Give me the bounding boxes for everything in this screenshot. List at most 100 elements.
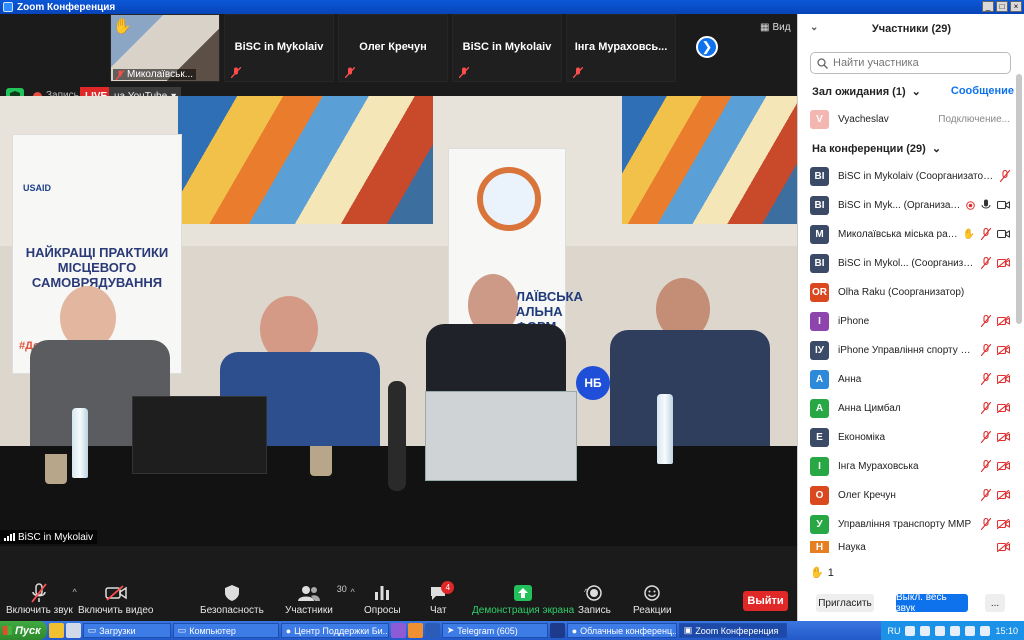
thumbnail-tile[interactable]: Інга Мураховсь...: [566, 14, 676, 82]
mic-muted-icon: [345, 67, 355, 78]
camera-off-icon: [997, 519, 1010, 529]
participant-row[interactable]: O Олег Кречун: [810, 483, 1010, 507]
polls-button[interactable]: Опросы: [364, 583, 401, 616]
search-input[interactable]: [833, 57, 1003, 69]
participant-name: Управління транспорту ММР: [838, 518, 972, 530]
window-titlebar: Zoom Конференция _ □ ×: [0, 0, 1024, 14]
participant-status-icons: [1000, 170, 1010, 182]
waiting-participant[interactable]: V Vyacheslav Подключение...: [810, 107, 1010, 131]
next-page-button[interactable]: ❯: [696, 36, 718, 58]
quicklaunch-photoshop-icon[interactable]: [549, 623, 565, 638]
participant-name: Olha Raku (Соорганизатор): [838, 286, 965, 298]
tray-icon[interactable]: [950, 625, 961, 636]
participant-status-icons: [981, 315, 1010, 327]
maximize-button[interactable]: □: [996, 1, 1008, 12]
tray-icon[interactable]: [935, 625, 946, 636]
participant-row[interactable]: A Анна: [810, 367, 1010, 391]
system-tray: RU 15:10: [881, 621, 1024, 640]
banner-text: НАЙКРАЩІ ПРАКТИКИ МІСЦЕВОГО САМОВРЯДУВАН…: [25, 245, 169, 290]
tray-icon[interactable]: [965, 625, 976, 636]
participant-name: Миколаївська міська рада: [838, 228, 959, 240]
taskbar-item[interactable]: ● Центр Поддержки Би...: [280, 623, 389, 638]
in-meeting-header[interactable]: На конференции (29) ⌄: [812, 142, 942, 156]
tray-icon[interactable]: [980, 625, 991, 636]
more-options-button[interactable]: ...: [985, 594, 1005, 612]
thumbnail-video[interactable]: ✋ Миколаївськ...: [110, 14, 220, 82]
taskbar-item[interactable]: ➤ Telegram (605): [441, 623, 548, 638]
thumbnail-tile[interactable]: Олег Кречун: [338, 14, 448, 82]
invite-button[interactable]: Пригласить: [816, 594, 874, 612]
avatar: BI: [810, 253, 829, 273]
participant-row[interactable]: M Миколаївська міська рада ✋: [810, 222, 1010, 246]
chevron-up-icon[interactable]: ^: [351, 587, 355, 597]
record-button[interactable]: Запись: [578, 583, 611, 616]
waiting-room-header[interactable]: Зал ожидания (1) ⌄: [812, 85, 921, 99]
mute-all-button[interactable]: Выкл. весь звук: [896, 592, 968, 614]
unmute-button[interactable]: Включить звук ^: [6, 583, 77, 616]
quicklaunch-chrome-icon[interactable]: [48, 623, 64, 638]
quicklaunch-word-icon[interactable]: [424, 623, 440, 638]
avatar: I: [810, 456, 829, 476]
participant-name: Інга Мураховська: [838, 460, 919, 472]
participant-status-icons: [981, 518, 1010, 530]
minimize-button[interactable]: _: [982, 1, 994, 12]
chevron-down-icon: ⌄: [931, 143, 942, 155]
water-bottle: [72, 408, 88, 478]
participant-row[interactable]: OR Olha Raku (Соорганизатор): [810, 280, 1010, 304]
active-speaker-label: BiSC in Mykolaiv: [0, 530, 98, 544]
participant-status: Подключение...: [938, 113, 1010, 125]
security-button[interactable]: Безопасность: [200, 583, 264, 616]
participant-search[interactable]: [810, 52, 1011, 74]
camera-off-icon: [997, 432, 1010, 442]
quicklaunch-app-icon[interactable]: [407, 623, 423, 638]
participant-row[interactable]: BI BiSC in Mykol... (Соорганизатор): [810, 251, 1010, 275]
press-microphone: НБ: [576, 366, 610, 400]
thumbnail-tile[interactable]: BiSC in Mykolaiv: [452, 14, 562, 82]
participants-button[interactable]: Участники 30 ^: [285, 583, 355, 616]
tray-icon[interactable]: [920, 625, 931, 636]
camera-off-icon: [997, 258, 1010, 268]
taskbar-item[interactable]: ▭ Компьютер: [172, 623, 279, 638]
taskbar-item[interactable]: ● Облачные конференц...: [566, 623, 677, 638]
participant-status-icons: [981, 489, 1010, 501]
participant-name: iPhone: [838, 315, 870, 327]
close-window-button[interactable]: ×: [1010, 1, 1022, 12]
participant-row[interactable]: IУ iPhone Управління спорту ММР: [810, 338, 1010, 362]
clock[interactable]: 15:10: [995, 626, 1018, 636]
message-waiting-link[interactable]: Сообщение: [951, 85, 1014, 97]
participant-row[interactable]: У Управління транспорту ММР: [810, 512, 1010, 536]
chevron-right-icon: ❯: [701, 39, 713, 54]
thumbnail-tile[interactable]: BiSC in Mykolaiv: [224, 14, 334, 82]
quicklaunch-app-icon[interactable]: [390, 623, 406, 638]
start-video-button[interactable]: Включить видео: [78, 583, 154, 616]
mic-muted-icon: [981, 373, 991, 385]
share-screen-button[interactable]: Демонстрация экрана ^: [472, 583, 588, 616]
camera-off-icon: [997, 345, 1010, 355]
participant-row[interactable]: Н Наука: [810, 541, 1010, 553]
polls-icon: [375, 583, 390, 603]
leave-meeting-button[interactable]: Выйти: [743, 591, 788, 611]
participant-row[interactable]: A Анна Цимбал: [810, 396, 1010, 420]
taskbar-item-active[interactable]: ▣ Zoom Конференция: [678, 623, 787, 638]
participant-row[interactable]: IiPhone: [810, 309, 1010, 333]
quicklaunch-browser-icon[interactable]: [65, 623, 81, 638]
mic-muted-icon: [981, 518, 991, 530]
participant-row[interactable]: BI BiSC in Mykolaiv (Соорганизатор, я): [810, 164, 1010, 188]
tray-icon[interactable]: [905, 625, 916, 636]
panel-scrollbar[interactable]: [1016, 74, 1022, 324]
chevron-up-icon[interactable]: ^: [72, 587, 76, 597]
participant-row[interactable]: BI BiSC in Myk... (Организатор): [810, 193, 1010, 217]
thumbnail-strip: ✋ Миколаївськ... BiSC in Mykolaiv Олег К…: [110, 14, 676, 82]
reactions-button[interactable]: Реакции: [633, 583, 672, 616]
taskbar-item[interactable]: ▭ Загрузки: [82, 623, 171, 638]
chevron-down-icon[interactable]: ⌄: [810, 22, 818, 33]
participant-name: Економіка: [838, 431, 886, 443]
participant-row[interactable]: I Інга Мураховська: [810, 454, 1010, 478]
view-button[interactable]: ▦ Вид: [760, 22, 791, 33]
telegram-icon: ➤: [446, 625, 455, 635]
participant-row[interactable]: E Економіка: [810, 425, 1010, 449]
chat-button[interactable]: 4 Чат: [430, 581, 455, 616]
participant-status-icons: [981, 344, 1010, 356]
language-indicator[interactable]: RU: [887, 626, 900, 636]
start-button[interactable]: Пуск: [0, 621, 47, 640]
